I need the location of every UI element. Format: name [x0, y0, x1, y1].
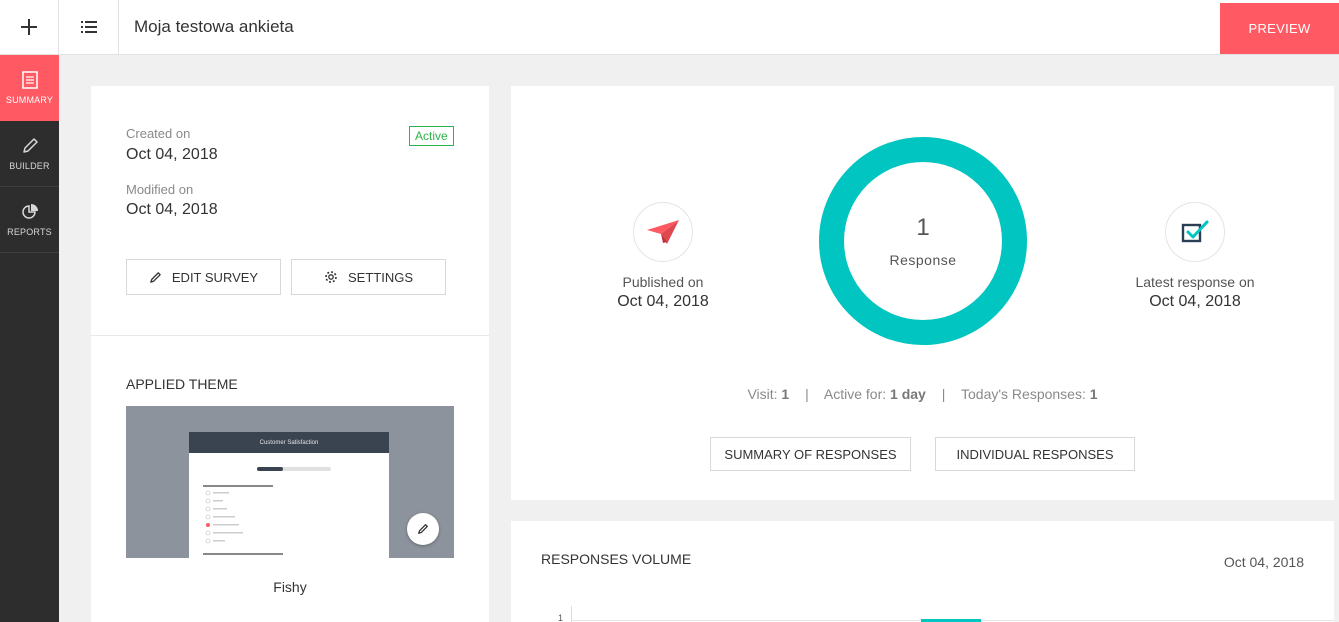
pencil-icon [22, 137, 38, 153]
theme-preview-image[interactable]: Customer Satisfaction [126, 406, 454, 558]
modified-date: Oct 04, 2018 [126, 201, 218, 218]
add-button[interactable] [0, 0, 59, 54]
plus-icon [21, 19, 37, 35]
survey-info-card: Created on Oct 04, 2018 Modified on Oct … [91, 86, 489, 336]
sidebar-item-reports[interactable]: REPORTS [0, 187, 59, 253]
checkbox-icon [1181, 220, 1209, 243]
todays-responses-value: 1 [1089, 386, 1098, 402]
separator: | [941, 386, 946, 402]
sidebar: SUMMARY BUILDER REPORTS [0, 55, 59, 622]
individual-responses-button[interactable]: INDIVIDUAL RESPONSES [935, 437, 1135, 471]
top-bar: Moja testowa ankieta PREVIEW [0, 0, 1339, 55]
latest-icon-circle [1165, 202, 1225, 262]
theme-preview-title: Customer Satisfaction [189, 432, 389, 453]
volume-y-tick: 1 [558, 613, 564, 622]
visit-label: Visit: [747, 386, 778, 402]
published-icon-circle [633, 202, 693, 262]
published-label: Published on [622, 274, 704, 290]
edit-theme-button[interactable] [407, 513, 439, 545]
pencil-icon [418, 524, 428, 534]
status-badge: Active [409, 126, 454, 146]
preview-button[interactable]: PREVIEW [1220, 3, 1339, 54]
sidebar-item-label: SUMMARY [5, 95, 54, 105]
menu-button[interactable] [59, 0, 119, 54]
latest-response-label: Latest response on [1135, 274, 1255, 290]
settings-button[interactable]: SETTINGS [291, 259, 446, 295]
gear-icon [325, 271, 337, 283]
pencil-icon [150, 271, 161, 283]
paper-plane-icon [647, 220, 679, 244]
pie-chart-icon [21, 203, 38, 219]
responses-volume-date[interactable]: Oct 04, 2018 [1224, 554, 1304, 570]
sidebar-item-builder[interactable]: BUILDER [0, 121, 59, 187]
responses-volume-heading: RESPONSES VOLUME [541, 551, 692, 567]
created-date: Oct 04, 2018 [126, 146, 218, 163]
document-icon [21, 71, 38, 89]
sidebar-item-label: BUILDER [9, 160, 50, 171]
active-for-value: 1 day [890, 386, 926, 402]
applied-theme-card: APPLIED THEME Customer Satisfaction Fish… [91, 336, 489, 622]
active-for-label: Active for: [823, 386, 887, 402]
theme-preview-content [203, 467, 331, 555]
settings-label: SETTINGS [347, 269, 413, 285]
edit-survey-button[interactable]: EDIT SURVEY [126, 259, 281, 295]
published-date: Oct 04, 2018 [617, 293, 709, 310]
separator: | [805, 386, 809, 402]
survey-title[interactable]: Moja testowa ankieta [134, 17, 294, 37]
edit-survey-label: EDIT SURVEY [171, 269, 259, 285]
created-label: Created on [126, 126, 191, 141]
responses-label: Response [889, 252, 957, 268]
survey-stats-card: Published on Oct 04, 2018 1 Response Lat… [511, 86, 1334, 500]
applied-theme-heading: APPLIED THEME [126, 376, 238, 392]
latest-response-date: Oct 04, 2018 [1149, 293, 1241, 310]
modified-label: Modified on [126, 182, 194, 197]
list-icon [80, 21, 97, 33]
survey-metrics: Visit: 1 | Active for: 1 day | Today's R… [511, 386, 1334, 402]
theme-preview-sheet: Customer Satisfaction [189, 432, 389, 558]
theme-name: Fishy [273, 579, 307, 595]
responses-volume-card: RESPONSES VOLUME Oct 04, 2018 1 [511, 521, 1334, 622]
visit-value: 1 [781, 386, 790, 402]
responses-count: 1 [916, 214, 930, 241]
summary-of-responses-button[interactable]: SUMMARY OF RESPONSES [710, 437, 911, 471]
sidebar-item-summary[interactable]: SUMMARY [0, 55, 59, 121]
sidebar-item-label: REPORTS [7, 226, 52, 237]
todays-responses-label: Today's Responses: [961, 386, 1086, 402]
